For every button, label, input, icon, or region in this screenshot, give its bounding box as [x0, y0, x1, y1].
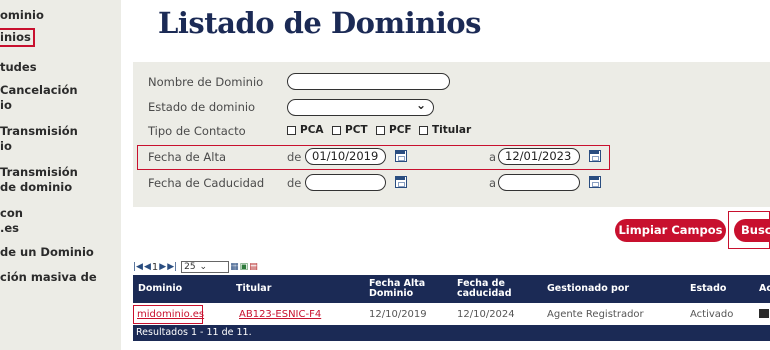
cell-gestionado-por: Agente Registrador	[547, 309, 644, 320]
col-fecha-alta-line2[interactable]: Dominio	[369, 289, 413, 299]
page-number: 1	[151, 261, 159, 273]
nombre-dominio-input[interactable]	[287, 73, 450, 90]
fecha-caducidad-hasta-calendar-icon[interactable]	[589, 176, 601, 188]
pcf-checkbox[interactable]	[376, 126, 385, 135]
cell-fecha-alta: 12/10/2019	[369, 309, 427, 320]
fecha-alta-hasta-input[interactable]: 12/01/2023	[498, 148, 580, 165]
fecha-alta-label: Fecha de Alta	[148, 150, 227, 164]
fecha-caducidad-desde-input[interactable]	[305, 174, 386, 191]
pct-checkbox[interactable]	[332, 126, 341, 135]
col-estado[interactable]: Estado	[690, 284, 726, 294]
sidebar-item-transmision-dominio[interactable]: Transmisión	[0, 165, 78, 180]
table-footer: Resultados 1 - 11 de 11.	[133, 325, 770, 341]
fecha-alta-desde-input[interactable]: 01/10/2019	[305, 148, 386, 165]
page-size-select[interactable]: 25 ⌄	[181, 261, 230, 273]
first-page-icon[interactable]: |◀	[133, 262, 143, 272]
page-title: Listado de Dominios	[158, 6, 481, 40]
limpiar-campos-button[interactable]: Limpiar Campos	[615, 219, 726, 242]
page-size-value: 25	[184, 262, 196, 272]
col-titular[interactable]: Titular	[236, 284, 271, 294]
prev-page-icon[interactable]: ◀	[144, 262, 151, 272]
sidebar-item-con-es-line2[interactable]: .es	[0, 221, 19, 236]
row-action-icon[interactable]	[759, 309, 769, 318]
sidebar-item-dominios[interactable]: inios	[0, 28, 35, 47]
table-header: Dominio Titular Fecha Alta Dominio Fecha…	[133, 275, 770, 303]
table-pager: |◀ ◀ 1 ▶ ▶| 25 ⌄ ▦ ▣ ▤	[133, 260, 259, 274]
results-count: Resultados 1 - 11 de 11.	[136, 327, 252, 338]
next-page-icon[interactable]: ▶	[159, 262, 166, 272]
pdf-export-icon[interactable]: ▤	[249, 262, 258, 272]
sidebar-item-con-es[interactable]: con	[0, 206, 23, 221]
sidebar-item-masiva[interactable]: ción masiva de	[0, 270, 97, 285]
sidebar-item-cancelacion-line2[interactable]: io	[0, 98, 12, 113]
sidebar-item-de-un-dominio[interactable]: de un Dominio	[0, 245, 94, 260]
pct-label: PCT	[345, 124, 368, 136]
pca-checkbox[interactable]	[287, 126, 296, 135]
pcf-label: PCF	[389, 124, 412, 136]
col-dominio[interactable]: Dominio	[138, 284, 182, 294]
refresh-icon[interactable]: ▦	[230, 262, 239, 272]
cell-estado: Activado	[690, 309, 734, 320]
sidebar-item-transmision[interactable]: Transmisión	[0, 124, 78, 139]
tipo-contacto-label: Tipo de Contacto	[148, 124, 246, 138]
fecha-caducidad-a-label: a	[489, 176, 497, 190]
fecha-alta-a-label: a	[489, 150, 497, 164]
sidebar-item-cancelacion[interactable]: Cancelación	[0, 83, 78, 98]
col-fecha-caducidad-line2[interactable]: caducidad	[457, 289, 512, 299]
nombre-dominio-label: Nombre de Dominio	[148, 75, 264, 89]
last-page-icon[interactable]: ▶|	[167, 262, 177, 272]
excel-export-icon[interactable]: ▣	[240, 262, 249, 272]
sidebar-gap	[121, 0, 129, 350]
sidebar-item-transmision-line2[interactable]: io	[0, 139, 12, 154]
fecha-caducidad-label: Fecha de Caducidad	[148, 176, 265, 190]
estado-dominio-select[interactable]	[287, 98, 434, 116]
fecha-alta-de-label: de	[287, 150, 302, 164]
dominio-cell-highlight	[133, 305, 203, 324]
pca-label: PCA	[300, 124, 324, 136]
cell-titular-link[interactable]: AB123-ESNIC-F4	[239, 309, 321, 320]
col-acciones[interactable]: Ac	[759, 284, 770, 294]
fecha-caducidad-de-label: de	[287, 176, 302, 190]
sidebar-item-dominio[interactable]: ominio	[0, 8, 44, 23]
sidebar-item-solicitudes[interactable]: tudes	[0, 60, 37, 75]
titular-checkbox[interactable]	[419, 126, 428, 135]
cell-fecha-caducidad: 12/10/2024	[457, 309, 515, 320]
fecha-alta-desde-calendar-icon[interactable]	[395, 150, 407, 162]
fecha-caducidad-hasta-input[interactable]	[498, 174, 580, 191]
col-gestionado-por[interactable]: Gestionado por	[547, 284, 629, 294]
table-row: midominio.es AB123-ESNIC-F4 12/10/2019 1…	[133, 304, 770, 324]
fecha-caducidad-desde-calendar-icon[interactable]	[395, 176, 407, 188]
estado-dominio-label: Estado de dominio	[148, 100, 256, 114]
fecha-alta-hasta-calendar-icon[interactable]	[589, 150, 601, 162]
buscar-button[interactable]: Busc	[734, 219, 770, 242]
sidebar-item-transmision-dominio-line2[interactable]: de dominio	[0, 180, 72, 195]
left-sidebar: ominio inios tudes Cancelación io Transm…	[0, 0, 121, 350]
titular-label: Titular	[432, 124, 472, 136]
